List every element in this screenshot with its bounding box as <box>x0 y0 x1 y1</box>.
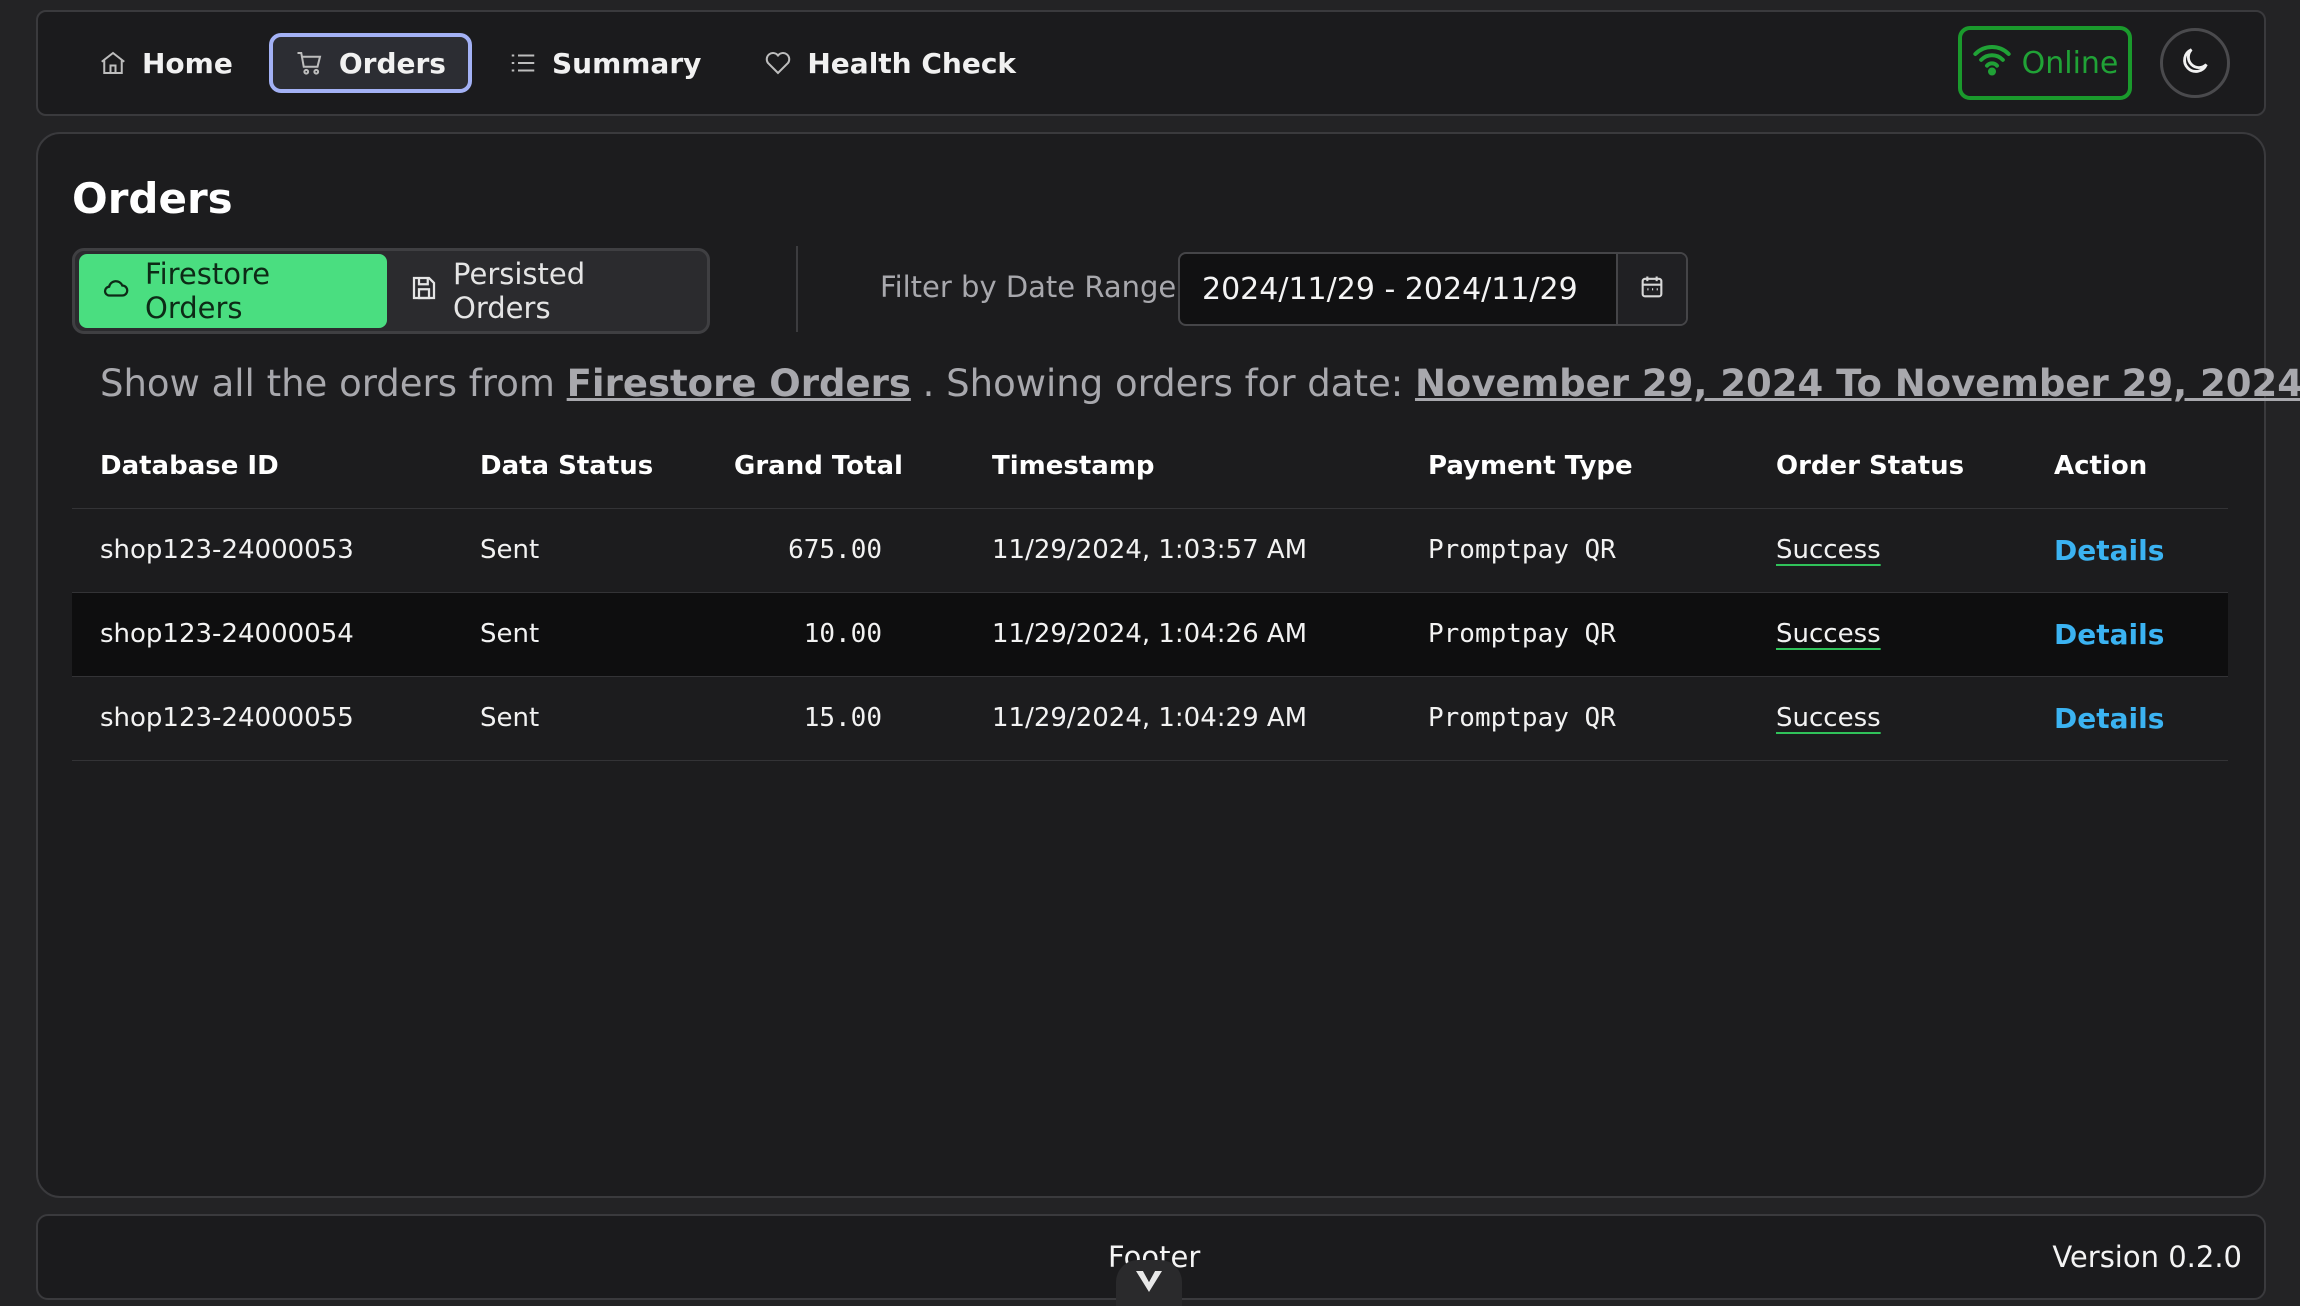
list-icon <box>508 48 538 78</box>
header-action: Action <box>2026 424 2228 509</box>
cell-timestamp: 11/29/2024, 1:04:29 AM <box>964 676 1400 761</box>
cell-data-status: Sent <box>452 676 706 761</box>
orders-table: Database ID Data Status Grand Total Time… <box>72 424 2228 761</box>
cell-database-id: shop123-24000053 <box>72 508 452 593</box>
top-navbar: Home Orders Summary Health Check Online <box>36 10 2266 116</box>
summary-date-range: November 29, 2024 To November 29, 2024 <box>1414 362 2300 405</box>
firestore-orders-label: Firestore Orders <box>145 257 271 325</box>
summary-source: Firestore Orders <box>566 362 911 405</box>
cell-action: Details <box>2026 676 2228 761</box>
devtools-toggle-button[interactable] <box>1116 1260 1182 1306</box>
save-icon <box>409 273 439 310</box>
table-row: shop123-24000055 Sent 15.00 11/29/2024, … <box>72 676 2228 761</box>
calendar-icon <box>1638 273 1666 305</box>
orders-source-toggle: Firestore Orders Persisted Orders <box>72 248 710 334</box>
moon-icon <box>2178 44 2212 82</box>
cell-grand-total: 15.00 <box>706 676 964 761</box>
order-status-link[interactable]: Success <box>1776 535 1881 565</box>
heart-icon <box>763 48 793 78</box>
cell-timestamp: 11/29/2024, 1:04:26 AM <box>964 592 1400 677</box>
wifi-icon <box>1972 42 2012 84</box>
header-order-status: Order Status <box>1748 424 2026 509</box>
cell-payment-type: Promptpay QR <box>1400 508 1748 593</box>
nav-summary[interactable]: Summary <box>482 33 727 93</box>
cell-payment-type: Promptpay QR <box>1400 676 1748 761</box>
cell-order-status: Success <box>1748 592 2026 677</box>
nav-right-group: Online <box>1958 26 2230 100</box>
details-link[interactable]: Details <box>2054 702 2164 735</box>
online-status-badge: Online <box>1958 26 2132 100</box>
online-status-label: Online <box>2021 45 2119 81</box>
cell-data-status: Sent <box>452 508 706 593</box>
page-title: Orders <box>72 174 233 223</box>
summary-middle: . Showing orders for date: <box>922 362 1404 405</box>
table-row: shop123-24000053 Sent 675.00 11/29/2024,… <box>72 508 2228 593</box>
persisted-orders-label: Persisted Orders <box>453 257 586 325</box>
header-payment-type: Payment Type <box>1400 424 1748 509</box>
vue-logo-icon <box>1134 1269 1164 1297</box>
header-grand-total: Grand Total <box>706 424 964 509</box>
order-status-link[interactable]: Success <box>1776 619 1881 649</box>
header-timestamp: Timestamp <box>964 424 1400 509</box>
cell-grand-total: 675.00 <box>706 508 964 593</box>
theme-toggle-button[interactable] <box>2160 28 2230 98</box>
cell-action: Details <box>2026 508 2228 593</box>
nav-summary-label: Summary <box>551 46 702 80</box>
orders-summary-text: Show all the orders from Firestore Order… <box>100 362 2300 405</box>
date-range-picker[interactable]: 2024/11/29 - 2024/11/29 <box>1178 252 1688 326</box>
nav-health-check[interactable]: Health Check <box>737 33 1042 93</box>
persisted-orders-button[interactable]: Persisted Orders <box>387 254 703 328</box>
header-data-status: Data Status <box>452 424 706 509</box>
cell-order-status: Success <box>1748 508 2026 593</box>
toolbar-divider <box>796 246 798 332</box>
cell-timestamp: 11/29/2024, 1:03:57 AM <box>964 508 1400 593</box>
cell-payment-type: Promptpay QR <box>1400 592 1748 677</box>
cell-action: Details <box>2026 592 2228 677</box>
nav-orders[interactable]: Orders <box>268 33 472 93</box>
nav-orders-label: Orders <box>338 46 446 80</box>
table-row: shop123-24000054 Sent 10.00 11/29/2024, … <box>72 592 2228 677</box>
calendar-button[interactable] <box>1616 254 1686 324</box>
header-database-id: Database ID <box>72 424 452 509</box>
details-link[interactable]: Details <box>2054 534 2164 567</box>
date-filter-label: Filter by Date Range: <box>880 270 1187 304</box>
date-range-input[interactable]: 2024/11/29 - 2024/11/29 <box>1180 272 1616 307</box>
cell-data-status: Sent <box>452 592 706 677</box>
nav-home-label: Home <box>142 46 233 80</box>
cell-order-status: Success <box>1748 676 2026 761</box>
table-header-row: Database ID Data Status Grand Total Time… <box>72 424 2228 509</box>
cell-grand-total: 10.00 <box>706 592 964 677</box>
orders-card: Orders Firestore Orders Persisted Orders… <box>36 132 2300 1198</box>
cart-icon <box>295 48 325 78</box>
details-link[interactable]: Details <box>2054 618 2164 651</box>
app-version: Version 0.2.0 <box>2052 1240 2242 1274</box>
nav-home[interactable]: Home <box>72 33 259 93</box>
home-icon <box>98 48 128 78</box>
cell-database-id: shop123-24000054 <box>72 592 452 677</box>
cell-database-id: shop123-24000055 <box>72 676 452 761</box>
cloud-icon <box>101 273 131 310</box>
nav-health-check-label: Health Check <box>807 46 1017 80</box>
summary-prefix: Show all the orders from <box>100 362 555 405</box>
order-status-link[interactable]: Success <box>1776 703 1881 733</box>
firestore-orders-button[interactable]: Firestore Orders <box>79 254 388 328</box>
